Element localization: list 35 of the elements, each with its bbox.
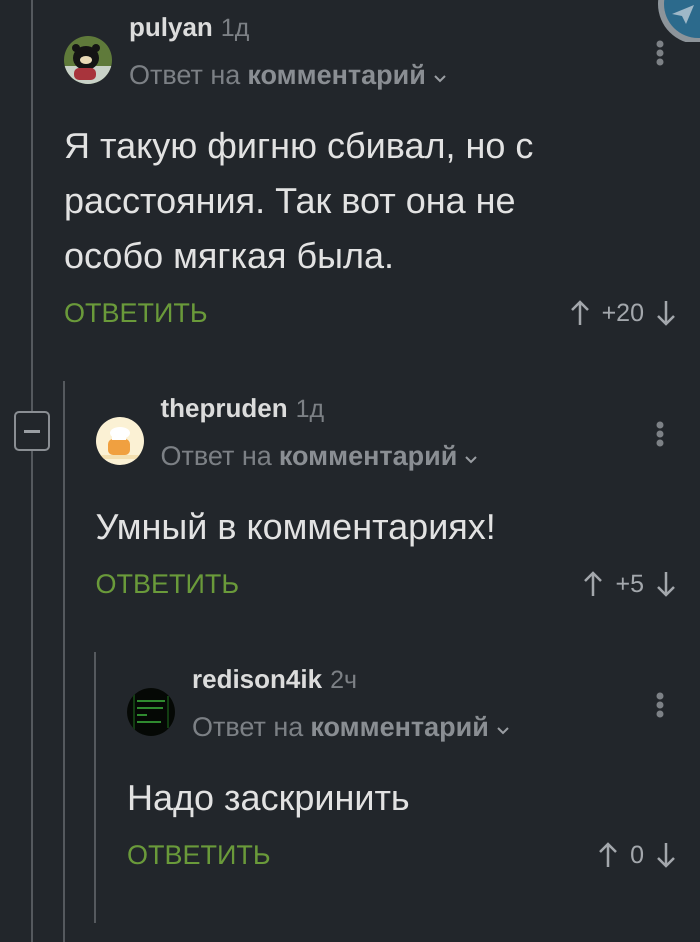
reply-to-label: Ответ на — [129, 60, 240, 91]
reply-link[interactable]: ОТВЕТИТЬ — [64, 298, 208, 328]
timestamp: 1д — [220, 14, 250, 43]
parent-comment-link[interactable]: комментарий — [310, 712, 489, 743]
comment-text: Умный в комментариях! — [96, 505, 497, 549]
reply-link[interactable]: ОТВЕТИТЬ — [96, 568, 240, 600]
vote-score: 0 — [630, 840, 644, 870]
more-options-icon[interactable] — [656, 421, 664, 447]
username[interactable]: redison4ik — [192, 664, 322, 695]
chevron-down-icon[interactable] — [496, 726, 510, 734]
parent-comment-link[interactable]: комментарий — [247, 60, 426, 91]
reply-to-label: Ответ на — [192, 712, 304, 743]
vote-score: +20 — [602, 298, 644, 328]
upvote-icon[interactable] — [583, 570, 604, 598]
downvote-icon[interactable] — [656, 299, 676, 327]
username[interactable]: thepruden — [160, 393, 288, 424]
chevron-down-icon[interactable] — [464, 454, 478, 464]
more-options-icon[interactable] — [656, 692, 664, 718]
upvote-icon[interactable] — [570, 299, 590, 327]
downvote-icon[interactable] — [656, 841, 676, 869]
username[interactable]: pulyan — [129, 12, 213, 43]
reply-to-label: Ответ на — [160, 441, 272, 472]
comment-text: Надо заскринить — [127, 776, 411, 820]
parent-comment-link[interactable]: комментарий — [278, 441, 458, 472]
comment-text: Я такую фигню сбивал, но с расстояния. Так вот она не особо мягкая была. — [64, 124, 534, 278]
timestamp: 1д — [296, 395, 324, 424]
upvote-icon[interactable] — [598, 841, 618, 869]
chevron-down-icon[interactable] — [432, 74, 447, 82]
downvote-icon[interactable] — [656, 570, 676, 598]
minus-icon — [24, 430, 40, 432]
collapse-button[interactable] — [14, 411, 50, 451]
reply-link[interactable]: ОТВЕТИТЬ — [127, 840, 271, 870]
timestamp: 2ч — [330, 666, 357, 695]
more-options-icon[interactable] — [656, 40, 664, 66]
vote-score: +5 — [615, 570, 644, 598]
